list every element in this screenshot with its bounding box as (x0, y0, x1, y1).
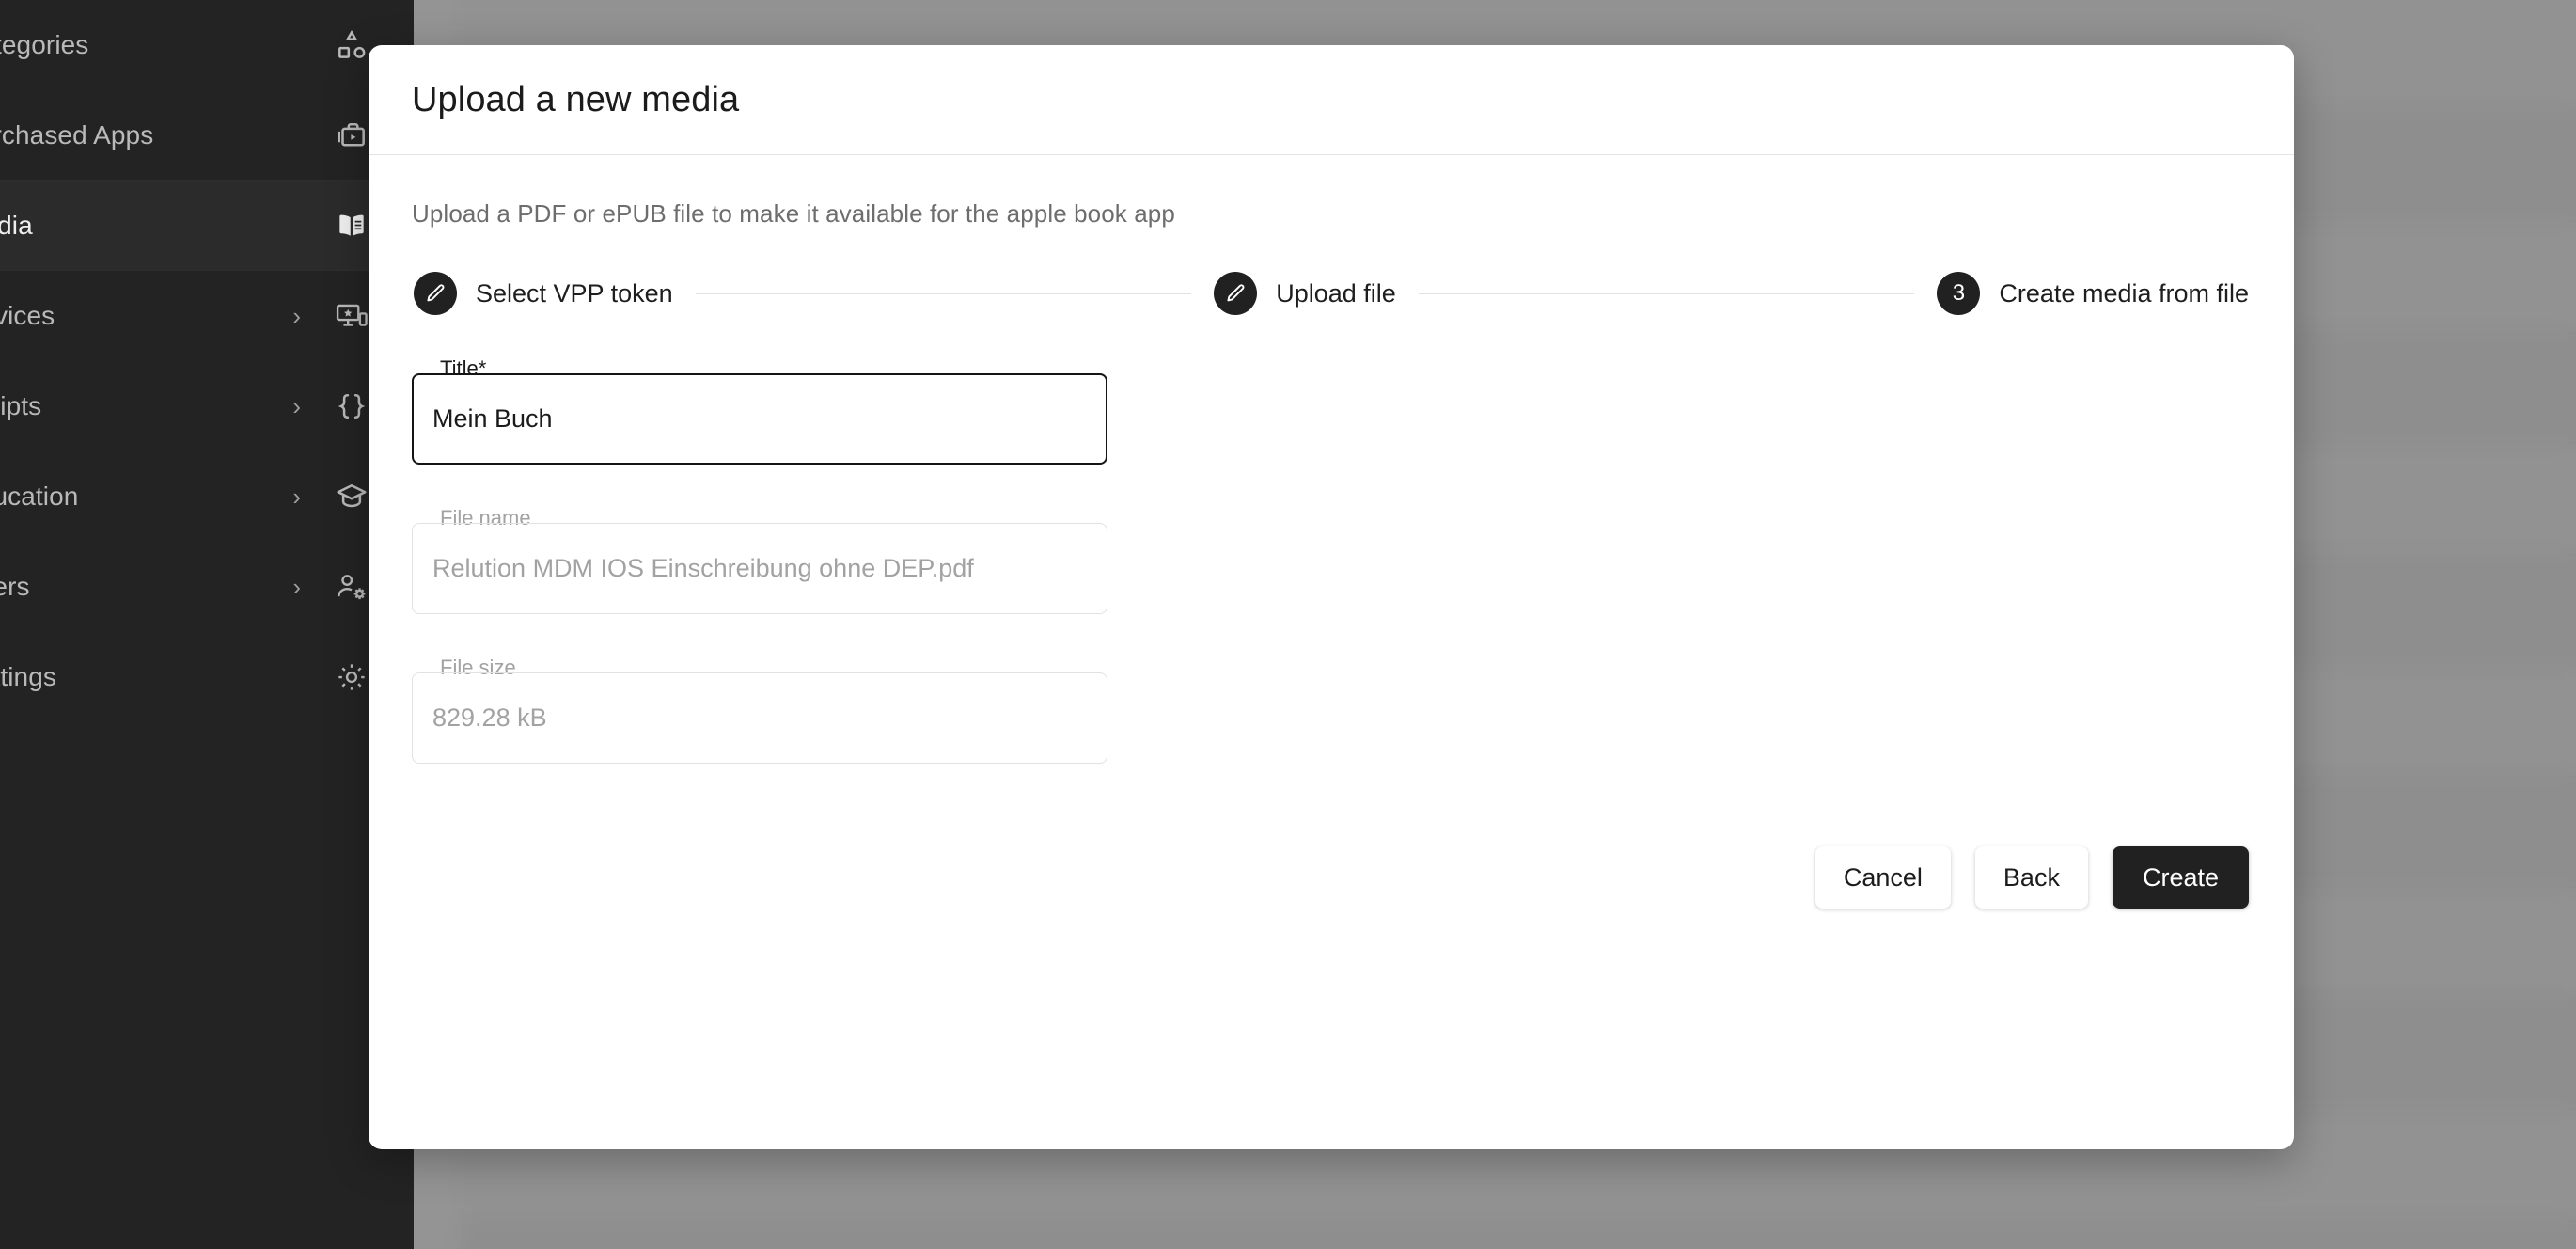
title-field[interactable]: Title* (412, 358, 1107, 465)
step-connector (1418, 292, 1915, 294)
graduation-cap-icon (333, 478, 370, 515)
step-label: Upload file (1276, 278, 1396, 308)
dialog-header: Upload a new media (369, 45, 2294, 155)
chevron-right-icon: › (292, 482, 301, 511)
cancel-button[interactable]: Cancel (1814, 846, 1951, 909)
step-number: 3 (1937, 272, 1981, 315)
sidebar-item-label: Devices (0, 301, 55, 330)
dialog-actions: Cancel Back Create (412, 846, 2251, 909)
sidebar-item-users[interactable]: Users › (0, 542, 414, 632)
step-connector (695, 292, 1192, 294)
upload-media-dialog: Upload a new media Upload a PDF or ePUB … (369, 45, 2294, 1149)
open-book-icon (333, 207, 370, 245)
chevron-right-icon: › (292, 302, 301, 330)
step-upload-file[interactable]: Upload file (1214, 272, 1396, 315)
file-size-input (412, 672, 1107, 764)
pencil-icon (414, 272, 457, 315)
chevron-right-icon: › (292, 573, 301, 601)
gear-icon (333, 658, 370, 696)
back-button[interactable]: Back (1974, 846, 2088, 909)
file-name-field: File name (412, 508, 1107, 614)
dialog-subtitle: Upload a PDF or ePUB file to make it ava… (412, 199, 1175, 228)
sidebar-item-label: Users (0, 572, 30, 601)
sidebar-item-education[interactable]: Education › (0, 451, 414, 542)
file-name-input (412, 523, 1107, 614)
sidebar-item-label: Purchased Apps (0, 119, 154, 150)
braces-icon (333, 387, 370, 425)
sidebar-item-label: Media (0, 210, 33, 240)
step-select-vpp-token[interactable]: Select VPP token (414, 272, 673, 315)
create-button[interactable]: Create (2112, 846, 2249, 909)
sidebar-item-media[interactable]: Media (0, 181, 414, 271)
sidebar-item-devices[interactable]: Devices › (0, 271, 414, 361)
sidebar-item-label: Settings (0, 662, 56, 691)
step-label: Create media from file (1999, 278, 2250, 308)
sidebar-item-label: Categories (0, 30, 89, 59)
stepper: Select VPP token Upload file 3 Create me… (412, 272, 2251, 315)
dialog-body: Upload a PDF or ePUB file to make it ava… (369, 199, 2294, 909)
sidebar-item-purchased-apps[interactable]: Purchased Apps (0, 90, 414, 181)
step-label: Select VPP token (476, 278, 673, 308)
app-root: Categories Purchased Apps (0, 0, 2576, 1249)
file-size-field: File size (412, 657, 1107, 764)
dialog-title: Upload a new media (412, 79, 740, 119)
sidebar-item-categories[interactable]: Categories (0, 0, 414, 90)
step-create-media-from-file[interactable]: 3 Create media from file (1937, 272, 2249, 315)
pencil-icon (1214, 272, 1258, 315)
sidebar-item-settings[interactable]: Settings (0, 632, 414, 722)
shapes-icon (333, 26, 370, 64)
sidebar-item-scripts[interactable]: Scripts › (0, 361, 414, 451)
sidebar: Categories Purchased Apps (0, 0, 414, 1249)
sidebar-item-label: Education (0, 482, 79, 511)
sidebar-item-label: Scripts (0, 391, 42, 420)
user-settings-icon (333, 568, 370, 606)
title-input[interactable] (412, 373, 1107, 465)
briefcase-play-icon (333, 117, 370, 154)
devices-icon (333, 297, 370, 335)
chevron-right-icon: › (292, 392, 301, 420)
